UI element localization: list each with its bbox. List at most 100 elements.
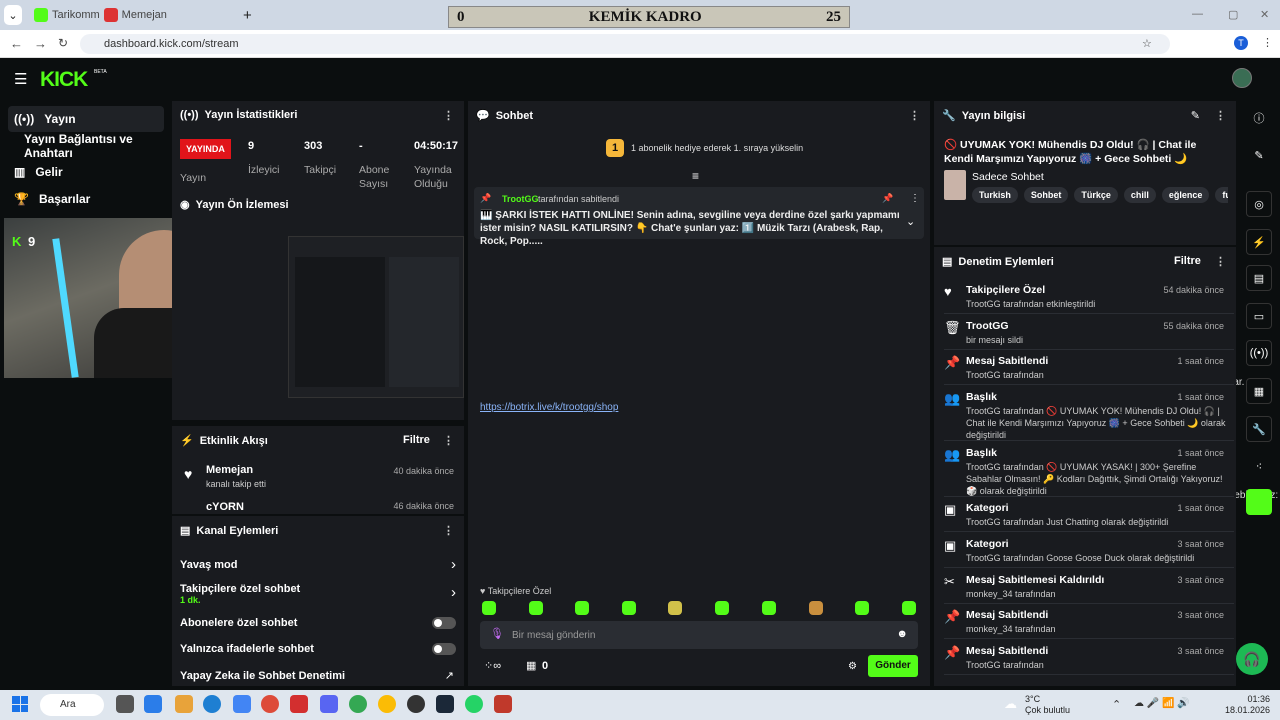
sidebar-item-revenue[interactable]: ▥ Gelir bbox=[8, 159, 164, 185]
layout-icon[interactable]: ▦ bbox=[1246, 378, 1272, 404]
activity-user[interactable]: cYORN bbox=[206, 501, 244, 513]
emote-icon[interactable] bbox=[902, 601, 916, 615]
more-options-icon[interactable]: ⋮ bbox=[443, 434, 454, 447]
bookmark-star-icon[interactable]: ☆ bbox=[1142, 37, 1152, 50]
emote-icon[interactable] bbox=[622, 601, 636, 615]
reload-icon[interactable]: ↻ bbox=[58, 36, 68, 50]
collapse-icon[interactable]: ≡ bbox=[692, 169, 699, 183]
more-options-icon[interactable]: ⋮ bbox=[443, 109, 454, 122]
chrome-icon[interactable] bbox=[261, 695, 279, 713]
tool-icon[interactable]: 🔧 bbox=[1246, 416, 1272, 442]
task-view-icon[interactable] bbox=[116, 695, 134, 713]
sidebar-item-achievements[interactable]: 🏆 Başarılar bbox=[8, 186, 164, 212]
more-options-icon[interactable]: ⋮ bbox=[910, 193, 920, 204]
category-name[interactable]: Sadece Sohbet bbox=[972, 171, 1044, 183]
more-options-icon[interactable]: ⋮ bbox=[909, 109, 920, 122]
info-icon[interactable]: ⓘ bbox=[1246, 105, 1272, 131]
edit-pencil-icon[interactable]: ✎ bbox=[1191, 109, 1200, 122]
filter-button[interactable]: Filtre bbox=[1174, 255, 1201, 267]
focus-icon[interactable]: ◎ bbox=[1246, 191, 1272, 217]
chat-bubble-icon[interactable]: ▭ bbox=[1246, 303, 1272, 329]
chrome-icon[interactable] bbox=[349, 695, 367, 713]
file-explorer-icon[interactable] bbox=[175, 695, 193, 713]
more-options-icon[interactable]: ⋮ bbox=[1215, 255, 1226, 268]
emote-icon[interactable] bbox=[809, 601, 823, 615]
settings-gear-icon[interactable]: ⚙ bbox=[848, 661, 857, 672]
user-avatar[interactable] bbox=[1232, 68, 1252, 88]
outlook-icon[interactable] bbox=[233, 695, 251, 713]
pinned-by[interactable]: TrootGG bbox=[502, 194, 539, 204]
emote-icon[interactable] bbox=[715, 601, 729, 615]
app-icon[interactable] bbox=[1246, 489, 1272, 515]
chrome-icon[interactable] bbox=[378, 695, 396, 713]
more-options-icon[interactable]: ⋮ bbox=[1215, 109, 1226, 122]
url-input[interactable]: dashboard.kick.com/stream bbox=[80, 34, 1170, 54]
tag-chip[interactable]: Turkish bbox=[972, 187, 1018, 203]
followers-only-row[interactable]: Takipçilere özel sohbet bbox=[180, 583, 300, 595]
microphone-icon[interactable]: 🎙 bbox=[490, 627, 504, 640]
emote-icon[interactable] bbox=[855, 601, 869, 615]
clipboard-icon[interactable]: ▤ bbox=[1246, 265, 1272, 291]
filter-button[interactable]: Filtre bbox=[403, 434, 430, 446]
emotes-only-toggle[interactable] bbox=[432, 643, 456, 655]
send-button[interactable]: Gönder bbox=[868, 655, 918, 677]
sidebar-item-stream[interactable]: ((•)) Yayın bbox=[8, 106, 164, 132]
windows-start-icon[interactable] bbox=[12, 696, 28, 712]
emote-icon[interactable] bbox=[482, 601, 496, 615]
more-options-icon[interactable]: ⋮ bbox=[443, 524, 454, 537]
broadcast-icon[interactable]: ((•)) bbox=[1246, 340, 1272, 366]
edge-icon[interactable] bbox=[203, 695, 221, 713]
emote-icon[interactable] bbox=[668, 601, 682, 615]
chevron-down-icon[interactable]: ⌄ bbox=[906, 215, 915, 228]
browser-menu-icon[interactable]: ⋮ bbox=[1262, 36, 1273, 49]
profile-avatar[interactable]: T bbox=[1234, 36, 1248, 50]
sidebar-item-stream-key[interactable]: Yayın Bağlantısı ve Anahtarı bbox=[8, 132, 164, 160]
activity-user[interactable]: Memejan bbox=[206, 464, 253, 476]
kick-logo[interactable]: KICK bbox=[40, 68, 88, 92]
new-tab-button[interactable]: + bbox=[243, 5, 257, 25]
taskbar-search[interactable]: Ara bbox=[40, 694, 104, 716]
chevron-right-icon[interactable]: › bbox=[451, 556, 456, 573]
shop-link[interactable]: https://botrix.live/k/trootgg/shop bbox=[480, 402, 618, 413]
slow-mode-row[interactable]: Yavaş mod bbox=[180, 559, 237, 571]
tab-list-button[interactable]: ⌄ bbox=[4, 5, 22, 25]
pinned-tabs[interactable]: Tarikomm Memejan bbox=[34, 5, 234, 25]
app-l-icon[interactable] bbox=[290, 695, 308, 713]
maximize-button[interactable]: ▢ bbox=[1228, 8, 1238, 21]
edit-pencil-icon[interactable]: ✎ bbox=[1246, 142, 1272, 168]
lightning-icon[interactable]: ⚡ bbox=[1246, 229, 1272, 255]
tray-chevron-icon[interactable]: ⌃ bbox=[1112, 698, 1121, 711]
minimize-button[interactable]: — bbox=[1192, 8, 1203, 20]
emote-icon[interactable] bbox=[575, 601, 589, 615]
copilot-icon[interactable] bbox=[144, 695, 162, 713]
tag-chip[interactable]: chill bbox=[1123, 187, 1156, 203]
tray-icons[interactable]: ☁ 🎤 📶 🔊 bbox=[1134, 698, 1190, 709]
more-dots-icon[interactable]: ⁖ bbox=[1246, 453, 1272, 479]
tag-chip[interactable]: Türkçe bbox=[1074, 187, 1118, 203]
tag-chip[interactable]: eğlence bbox=[1161, 187, 1210, 203]
external-link-icon[interactable]: ↗ bbox=[445, 669, 454, 682]
points-infinity-icon[interactable]: ⁘∞ bbox=[484, 659, 501, 672]
chevron-right-icon[interactable]: › bbox=[451, 584, 456, 601]
support-headset-icon[interactable]: 🎧 bbox=[1236, 643, 1268, 675]
chat-input[interactable]: 🎙 Bir mesaj gönderin ☻ bbox=[480, 621, 918, 649]
obs-icon[interactable] bbox=[407, 695, 425, 713]
steam-icon[interactable] bbox=[436, 695, 454, 713]
emote-icon[interactable] bbox=[529, 601, 543, 615]
unpin-icon[interactable]: 📌 bbox=[882, 193, 893, 204]
ai-moderation-row[interactable]: Yapay Zeka ile Sohbet Denetimi bbox=[180, 670, 345, 682]
discord-icon[interactable] bbox=[320, 695, 338, 713]
mod-action-icon: ▣ bbox=[944, 502, 957, 517]
snipping-icon[interactable] bbox=[494, 695, 512, 713]
subs-only-toggle[interactable] bbox=[432, 617, 456, 629]
whatsapp-icon[interactable] bbox=[465, 695, 483, 713]
emoji-icon[interactable]: ☻ bbox=[896, 628, 908, 640]
hamburger-menu-icon[interactable]: ☰ bbox=[14, 70, 27, 88]
back-arrow-icon[interactable]: ← bbox=[10, 36, 23, 51]
emote-icon[interactable] bbox=[762, 601, 776, 615]
tag-chip[interactable]: funny bbox=[1215, 187, 1228, 203]
store-icon[interactable]: ▦ bbox=[526, 659, 536, 672]
tag-chip[interactable]: Sohbet bbox=[1023, 187, 1069, 203]
close-window-button[interactable]: ✕ bbox=[1260, 8, 1269, 21]
forward-arrow-icon[interactable]: → bbox=[34, 36, 47, 51]
